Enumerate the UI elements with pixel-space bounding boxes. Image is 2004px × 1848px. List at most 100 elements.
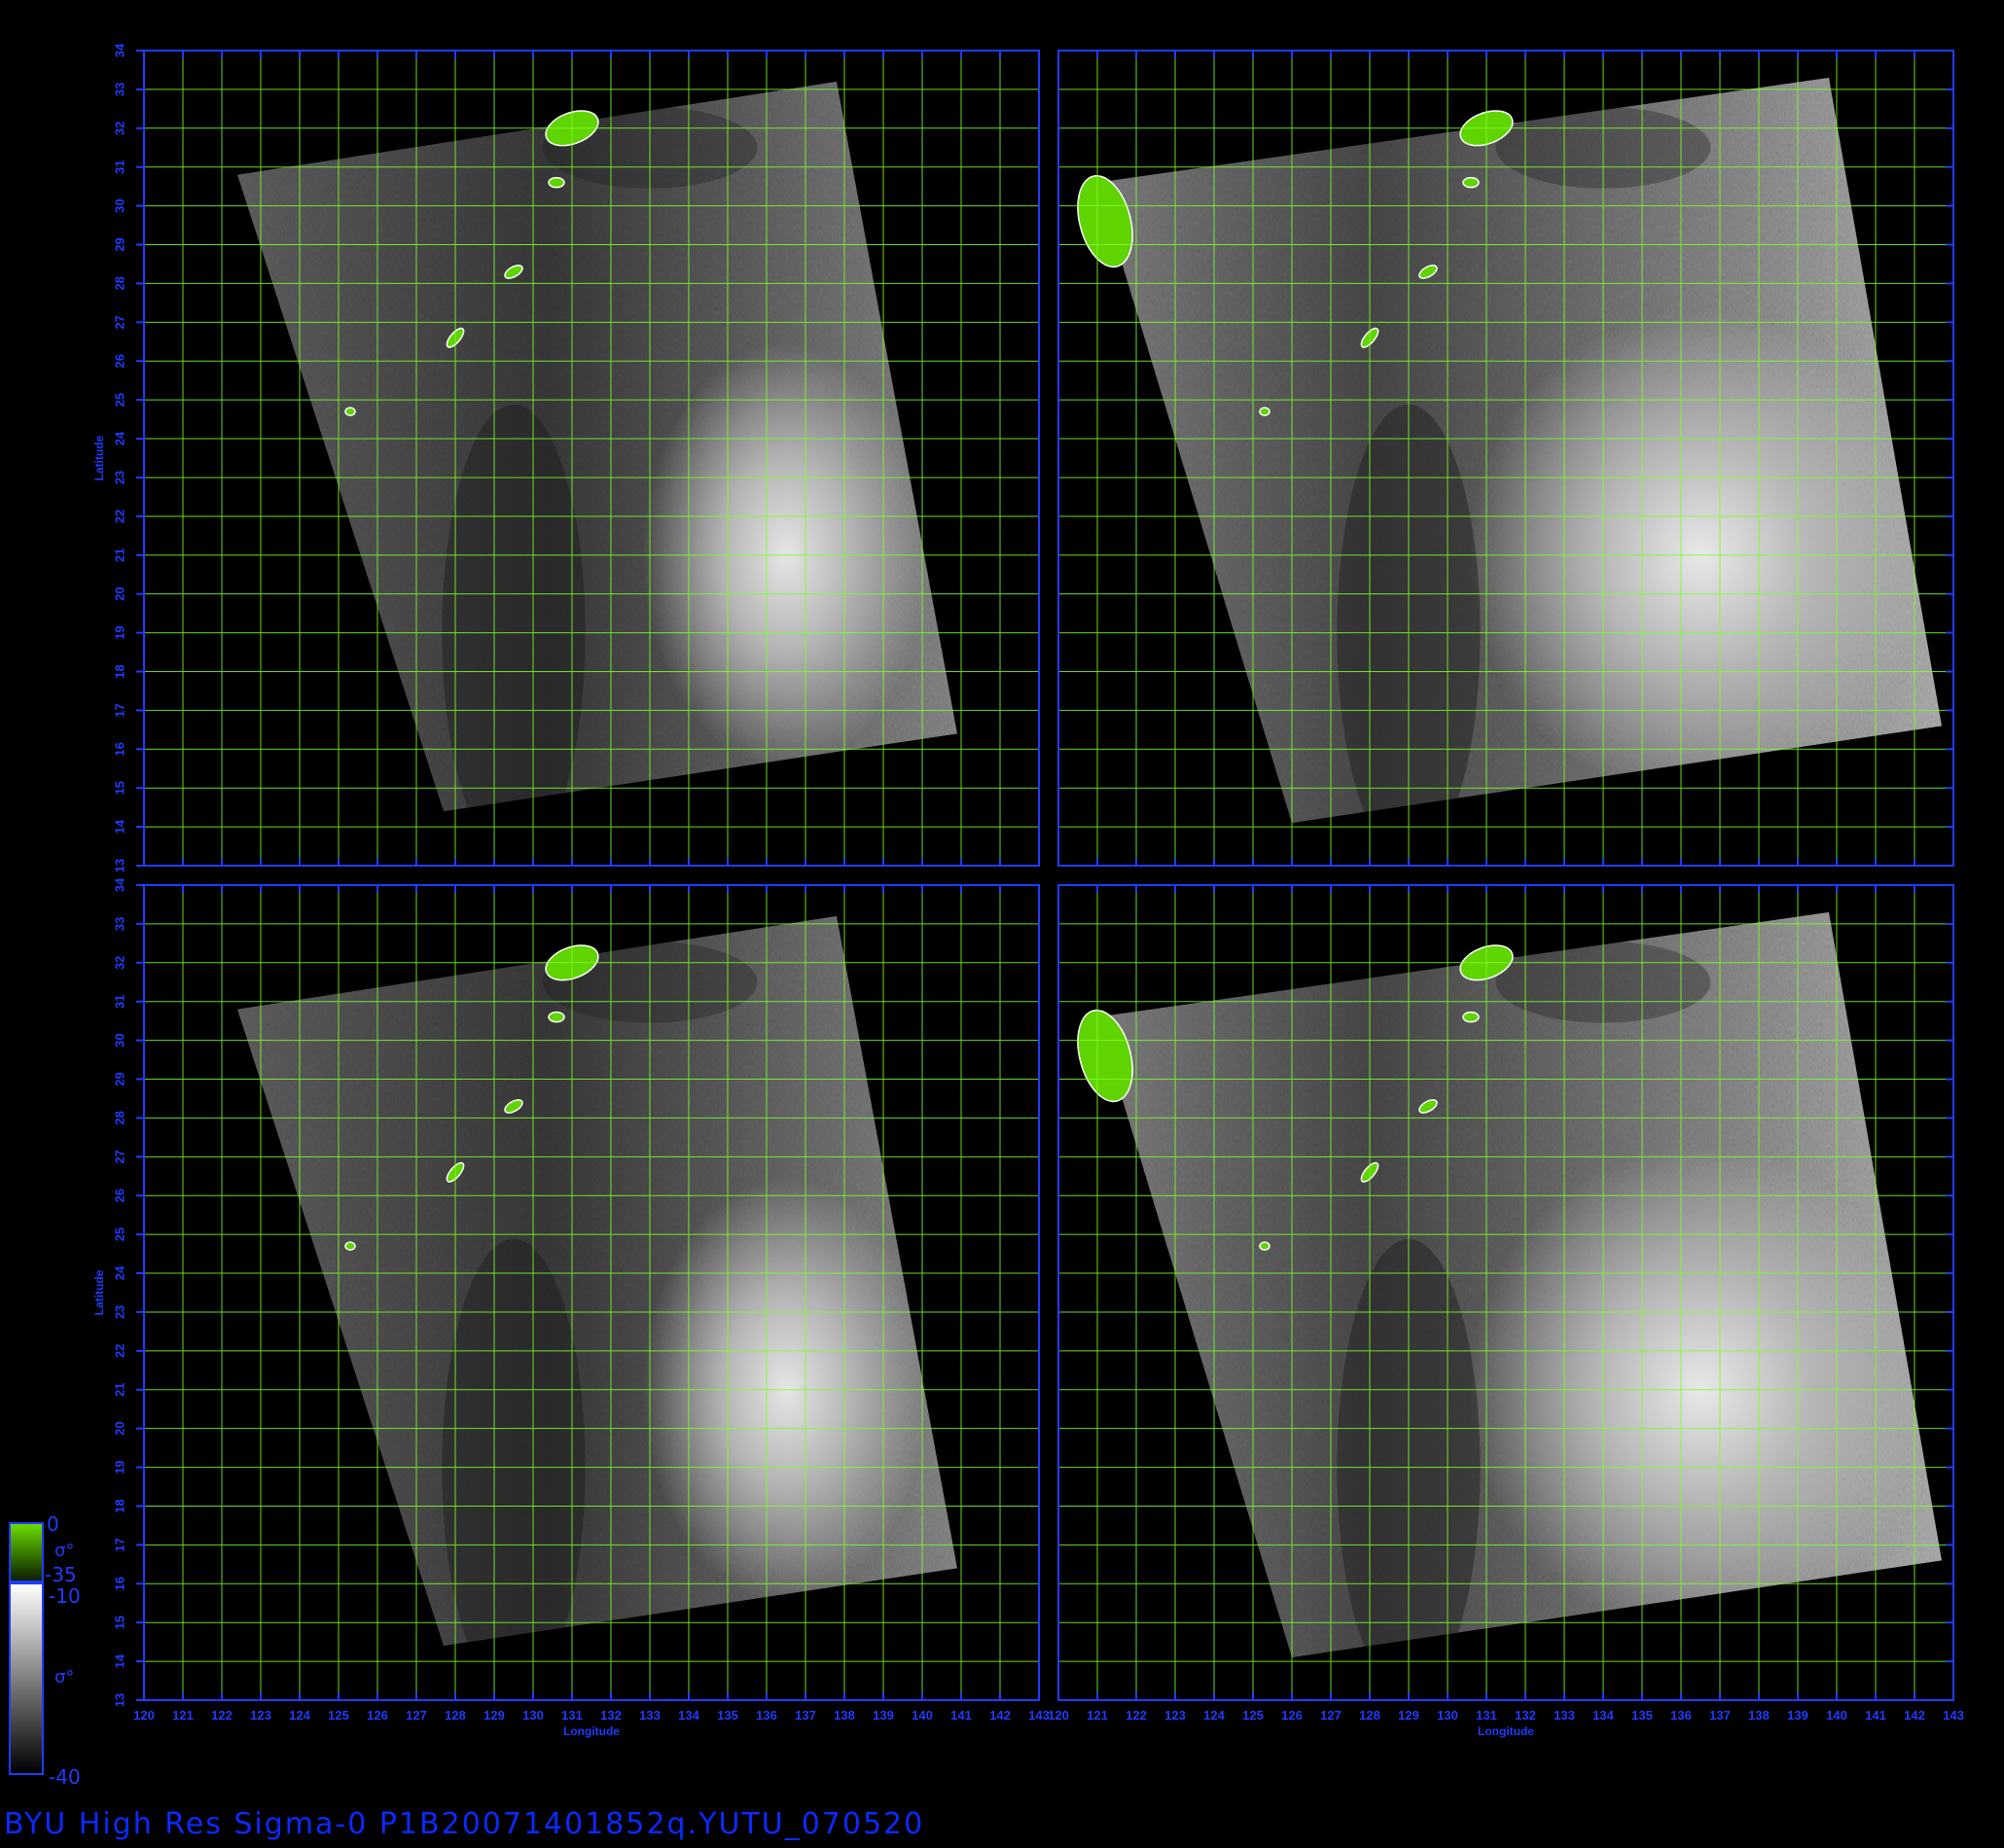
lon-tick-label: 140 [912, 1708, 933, 1723]
lon-tick-label: 127 [1320, 1708, 1342, 1723]
lon-tick-label: 129 [483, 1708, 505, 1723]
sigma0-map-figure: 13 14 15 16 17 18 19 20 21 22 23 24 25 26 27 28 29 30 31 32… [9, 43, 1964, 1789]
lon-tick-label: 124 [289, 1708, 310, 1723]
lon-tick-label: 133 [639, 1708, 661, 1723]
lon-tick-label: 135 [717, 1708, 738, 1723]
lon-tick-label: 125 [328, 1708, 349, 1723]
lon-tick-label: 141 [950, 1708, 972, 1723]
lon-tick-label: 138 [834, 1708, 855, 1723]
lon-tick-label: 123 [1164, 1708, 1186, 1723]
lat-tick-label: 27 [112, 315, 126, 329]
lat-tick-label: 31 [112, 160, 126, 173]
sar-swath-image [1097, 911, 1942, 1658]
lon-tick-label: 122 [211, 1708, 233, 1723]
lon-tick-label: 140 [1826, 1708, 1847, 1723]
lon-tick-label: 141 [1865, 1708, 1886, 1723]
lon-tick-label: 136 [756, 1708, 777, 1723]
lon-tick-label: 127 [406, 1708, 427, 1723]
lon-tick-label: 139 [873, 1708, 894, 1723]
lon-tick-label: 130 [1437, 1708, 1458, 1723]
colorbar-ocean-max: -10 [49, 1584, 81, 1608]
lat-tick-label: 21 [112, 549, 126, 562]
lon-tick-label: 126 [367, 1708, 388, 1723]
lat-tick-label: 22 [112, 510, 126, 523]
lon-tick-label: 125 [1242, 1708, 1264, 1723]
lat-tick-label: 28 [112, 1111, 126, 1124]
lon-tick-label: 124 [1203, 1708, 1225, 1723]
lat-tick-label: 14 [112, 1653, 126, 1668]
lat-tick-label: 25 [112, 393, 126, 407]
lat-tick-label: 27 [112, 1150, 126, 1163]
lon-tick-label: 121 [172, 1708, 194, 1723]
lat-tick-label: 18 [112, 1499, 126, 1512]
lat-tick-label: 34 [112, 43, 126, 57]
lon-tick-label: 130 [522, 1708, 544, 1723]
lon-tick-label: 120 [1048, 1708, 1069, 1723]
lon-tick-label: 143 [1943, 1708, 1964, 1723]
lat-tick-label: 23 [112, 1305, 126, 1319]
lon-tick-label: 129 [1398, 1708, 1419, 1723]
lon-tick-label: 134 [1592, 1708, 1614, 1723]
sar-swath-image [237, 915, 957, 1647]
land-colorbar [9, 1522, 44, 1582]
lat-tick-label: 33 [112, 917, 126, 931]
figure-caption: BYU High Res Sigma-0 P1B20071401852q.YUT… [4, 1807, 925, 1841]
lat-tick-label: 29 [112, 237, 126, 251]
map-panel-top-left: 13 14 15 16 17 18 19 20 21 22 23 24 25 26 27 28 29 30 31 32… [92, 43, 1040, 872]
colorbar-land-min: -35 [45, 1563, 77, 1586]
lon-tick-label: 133 [1554, 1708, 1575, 1723]
lon-tick-label: 139 [1787, 1708, 1808, 1723]
lat-tick-label: 20 [112, 586, 126, 600]
lon-tick-label: 126 [1281, 1708, 1303, 1723]
lon-tick-label: 137 [795, 1708, 816, 1723]
lon-tick-label: 131 [1476, 1708, 1497, 1723]
map-panel-bottom-right: 120 121 122 123 124 125 126 127 128 129 130 131 132 1… [1048, 884, 1964, 1738]
lat-tick-label: 23 [112, 471, 126, 484]
lat-tick-label: 32 [112, 956, 126, 970]
lat-tick-label: 31 [112, 994, 126, 1008]
lon-tick-label: 138 [1748, 1708, 1770, 1723]
lat-tick-label: 30 [112, 1033, 126, 1047]
lat-tick-label: 16 [112, 742, 126, 756]
lat-tick-label: 19 [112, 1460, 126, 1474]
colorbar-ocean-min: -40 [49, 1765, 81, 1789]
lat-tick-label: 18 [112, 664, 126, 678]
lon-tick-label: 142 [989, 1708, 1011, 1723]
lon-tick-label: 120 [133, 1708, 155, 1723]
y-axis-label: Latitude [92, 435, 106, 480]
map-panel-top-right [1057, 50, 1954, 867]
lat-tick-label: 34 [112, 877, 126, 892]
lat-tick-label: 20 [112, 1421, 126, 1435]
lat-tick-label: 21 [112, 1383, 126, 1397]
y-axis-label: Latitude [92, 1269, 106, 1315]
x-axis-label: Longitude [1478, 1724, 1534, 1738]
lat-tick-label: 28 [112, 276, 126, 290]
lon-tick-label: 131 [561, 1708, 583, 1723]
lat-tick-label: 33 [112, 83, 126, 96]
lat-tick-label: 25 [112, 1227, 126, 1241]
lat-tick-label: 17 [112, 703, 126, 717]
colorbar-land-sigma: σ° [54, 1541, 74, 1561]
lat-tick-label: 15 [112, 781, 126, 795]
lon-tick-label: 137 [1709, 1708, 1731, 1723]
sar-swath-image [1097, 77, 1942, 824]
lon-tick-label: 134 [678, 1708, 699, 1723]
lat-tick-label: 29 [112, 1072, 126, 1085]
lon-tick-label: 121 [1087, 1708, 1108, 1723]
lat-tick-label: 24 [112, 431, 126, 445]
lat-tick-label: 26 [112, 354, 126, 368]
lon-tick-label: 122 [1126, 1708, 1147, 1723]
lon-tick-label: 132 [1515, 1708, 1536, 1723]
lon-tick-label: 132 [600, 1708, 622, 1723]
lat-tick-label: 13 [112, 1693, 126, 1707]
lat-tick-label: 19 [112, 625, 126, 639]
lat-tick-label: 32 [112, 122, 126, 135]
lat-tick-label: 22 [112, 1344, 126, 1358]
lat-tick-label: 30 [112, 198, 126, 212]
lon-tick-label: 135 [1631, 1708, 1653, 1723]
ocean-colorbar [9, 1582, 44, 1775]
lat-tick-label: 26 [112, 1189, 126, 1202]
lon-tick-label: 142 [1904, 1708, 1925, 1723]
lon-tick-label: 128 [445, 1708, 466, 1723]
lat-tick-label: 16 [112, 1577, 126, 1590]
